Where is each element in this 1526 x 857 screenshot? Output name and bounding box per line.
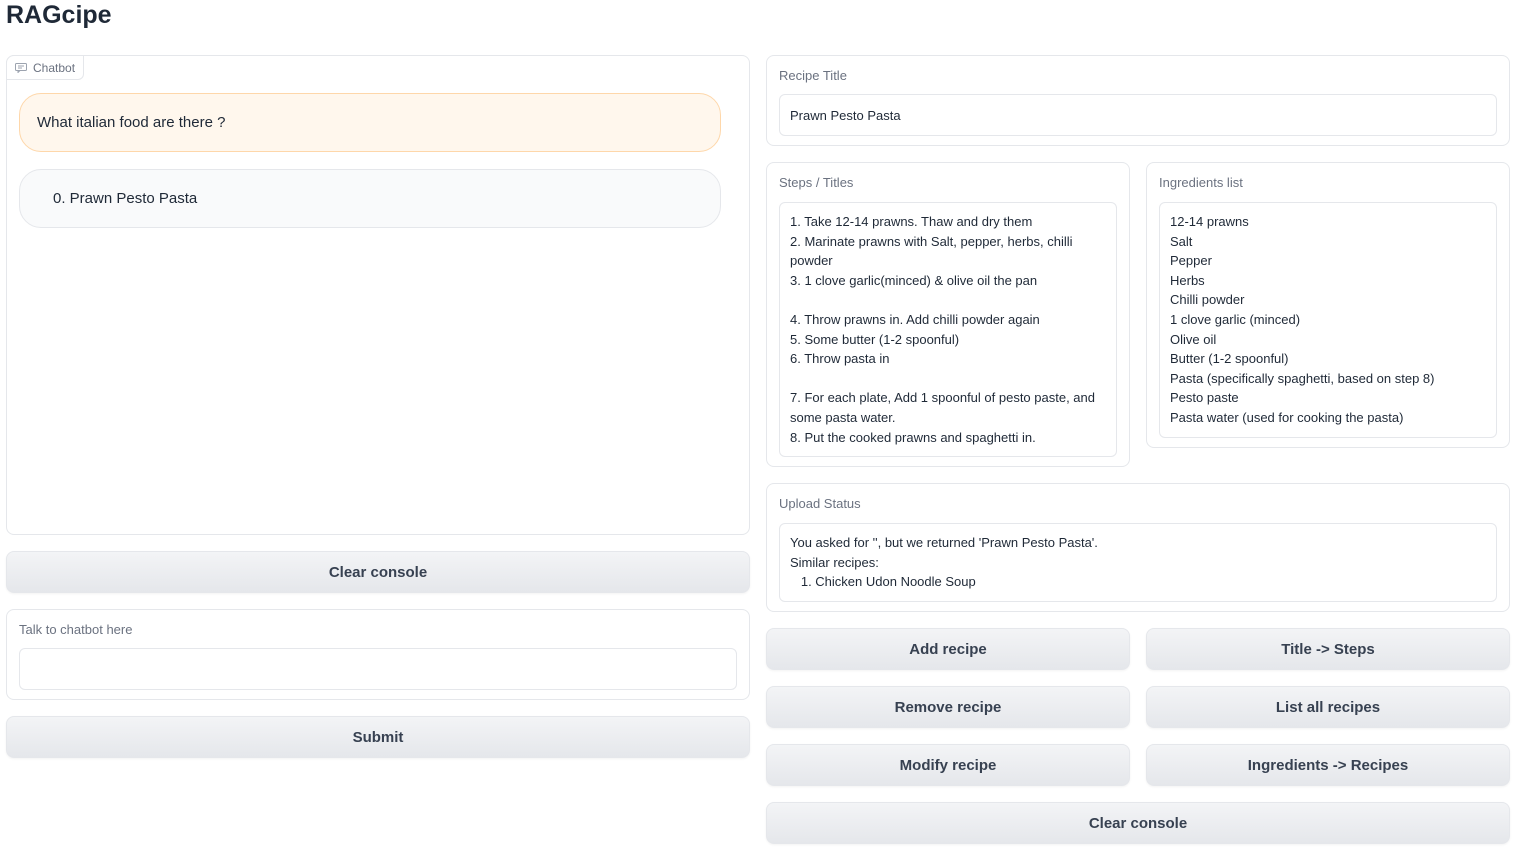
submit-button[interactable]: Submit xyxy=(6,716,750,758)
modify-recipe-button[interactable]: Modify recipe xyxy=(766,744,1130,786)
chat-input-panel: Talk to chatbot here xyxy=(6,609,750,700)
app-title: RAGcipe xyxy=(6,1,112,29)
recipe-title-panel: Recipe Title Prawn Pesto Pasta xyxy=(766,55,1510,146)
user-message: What italian food are there ? xyxy=(19,93,721,152)
bot-message-text: 0. Prawn Pesto Pasta xyxy=(53,190,198,207)
steps-textarea[interactable]: 1. Take 12-14 prawns. Thaw and dry them … xyxy=(779,202,1117,457)
ingredients-label: Ingredients list xyxy=(1159,175,1243,190)
bot-message: 0. Prawn Pesto Pasta xyxy=(19,169,721,228)
steps-panel: Steps / Titles 1. Take 12-14 prawns. Tha… xyxy=(766,162,1130,467)
user-message-text: What italian food are there ? xyxy=(37,114,226,131)
recipes-clear-console-button[interactable]: Clear console xyxy=(766,802,1510,844)
steps-label: Steps / Titles xyxy=(779,175,854,190)
chatbot-tag: Chatbot xyxy=(6,55,85,80)
chat-input-label: Talk to chatbot here xyxy=(19,622,133,637)
list-all-recipes-button[interactable]: List all recipes xyxy=(1146,686,1510,728)
ingredients-textarea[interactable]: 12-14 prawns Salt Pepper Herbs Chilli po… xyxy=(1159,202,1497,438)
chatbot-clear-console-button[interactable]: Clear console xyxy=(6,551,750,593)
chat-bubble-icon xyxy=(15,62,27,73)
chatbot-label: Chatbot xyxy=(33,60,76,75)
ingredients-to-recipes-button[interactable]: Ingredients -> Recipes xyxy=(1146,744,1510,786)
ingredients-panel: Ingredients list 12-14 prawns Salt Peppe… xyxy=(1146,162,1510,448)
add-recipe-button[interactable]: Add recipe xyxy=(766,628,1130,670)
chatbot-panel: Chatbot What italian food are there ? 0.… xyxy=(6,55,750,535)
upload-status-textarea[interactable]: You asked for '', but we returned 'Prawn… xyxy=(779,523,1497,602)
chat-input[interactable] xyxy=(19,648,737,690)
recipe-title-field[interactable]: Prawn Pesto Pasta xyxy=(779,94,1497,136)
upload-status-panel: Upload Status You asked for '', but we r… xyxy=(766,483,1510,612)
title-to-steps-button[interactable]: Title -> Steps xyxy=(1146,628,1510,670)
recipe-title-label: Recipe Title xyxy=(779,68,847,83)
upload-status-label: Upload Status xyxy=(779,496,861,511)
remove-recipe-button[interactable]: Remove recipe xyxy=(766,686,1130,728)
